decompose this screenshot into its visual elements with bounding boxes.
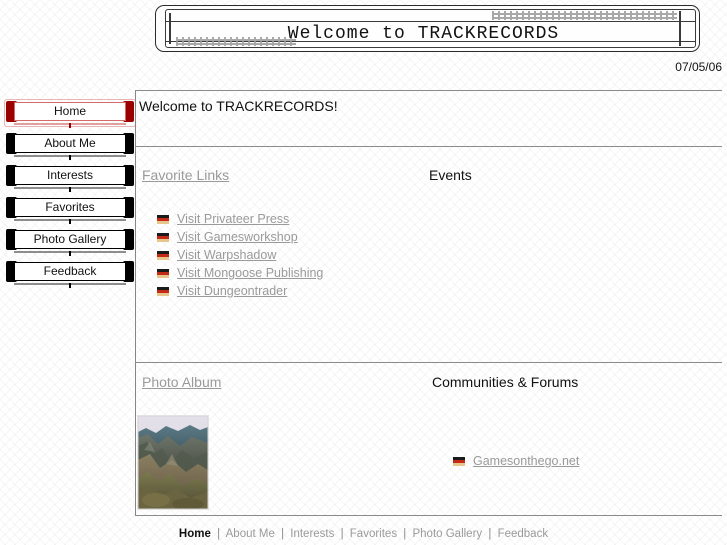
favorite-links-list: Visit Privateer Press Visit Gamesworksho…: [157, 210, 323, 300]
footer-nav: Home | About Me | Interests | Favorites …: [0, 528, 727, 540]
content-rule-top: [135, 90, 722, 91]
content-rule-bottom: [135, 515, 722, 516]
footer-link-favorites[interactable]: Favorites: [350, 528, 397, 540]
nav-tick-mark: [69, 251, 71, 256]
german-flag-icon: [157, 250, 169, 260]
external-link[interactable]: Visit Privateer Press: [177, 212, 289, 226]
footer-separator: |: [281, 528, 285, 540]
footer-link-interests[interactable]: Interests: [290, 528, 334, 540]
german-flag-icon: [453, 456, 465, 466]
section-heading-communities: Communities & Forums: [432, 374, 579, 390]
sidebar-item-feedback[interactable]: Feedback: [6, 261, 134, 288]
external-link[interactable]: Gamesonthego.net: [473, 454, 579, 468]
external-link[interactable]: Visit Dungeontrader: [177, 284, 287, 298]
sidebar-item-interests[interactable]: Interests: [6, 165, 134, 192]
german-flag-icon: [157, 232, 169, 242]
banner-outer-frame: Welcome to TRACKRECORDS: [155, 5, 700, 52]
german-flag-icon: [157, 268, 169, 278]
list-item[interactable]: Gamesonthego.net: [453, 452, 579, 470]
section-heading-photo-album[interactable]: Photo Album: [142, 374, 221, 390]
sidebar-item-home[interactable]: Home: [4, 99, 136, 128]
list-item[interactable]: Visit Warpshadow: [157, 246, 323, 264]
nav-tick-mark: [69, 283, 71, 288]
nav-tick-mark: [69, 187, 71, 192]
sidebar-item-favorites[interactable]: Favorites: [6, 197, 134, 224]
site-banner: Welcome to TRACKRECORDS: [155, 5, 700, 52]
communities-list: Gamesonthego.net: [453, 452, 579, 470]
photo-album-thumbnail[interactable]: [137, 415, 209, 510]
date-stamp: 07/05/06: [675, 60, 722, 74]
footer-link-about-me[interactable]: About Me: [226, 528, 275, 540]
nav-tick-mark: [69, 155, 71, 160]
main-content: Welcome to TRACKRECORDS! Favorite Links …: [135, 90, 722, 516]
list-item[interactable]: Visit Mongoose Publishing: [157, 264, 323, 282]
banner-dot-texture-right: [492, 11, 677, 20]
banner-inner-frame: Welcome to TRACKRECORDS: [165, 9, 696, 48]
sidebar-item-about-me[interactable]: About Me: [6, 133, 134, 160]
list-item[interactable]: Visit Dungeontrader: [157, 282, 323, 300]
german-flag-icon: [157, 214, 169, 224]
sidebar-item-label: Home: [14, 102, 126, 121]
footer-separator: |: [488, 528, 492, 540]
list-item[interactable]: Visit Gamesworkshop: [157, 228, 323, 246]
external-link[interactable]: Visit Warpshadow: [177, 248, 276, 262]
footer-link-feedback[interactable]: Feedback: [498, 528, 549, 540]
german-flag-icon: [157, 286, 169, 296]
sidebar-item-label: Feedback: [14, 262, 126, 281]
content-rule-welcome: [135, 146, 722, 147]
sidebar-item-label: Interests: [14, 166, 126, 185]
footer-link-home[interactable]: Home: [179, 528, 211, 540]
content-rule-middle: [135, 362, 722, 363]
nav-tick-mark: [69, 123, 71, 128]
banner-title: Welcome to TRACKRECORDS: [287, 24, 560, 44]
page-title: Welcome to TRACKRECORDS!: [139, 98, 338, 114]
photo-thumbnail-image: [138, 416, 208, 509]
sidebar-item-photo-gallery[interactable]: Photo Gallery: [6, 229, 134, 256]
nav-tick-mark: [69, 219, 71, 224]
section-heading-events: Events: [429, 167, 472, 183]
footer-separator: |: [403, 528, 407, 540]
external-link[interactable]: Visit Gamesworkshop: [177, 230, 298, 244]
section-heading-favorite-links[interactable]: Favorite Links: [142, 167, 229, 183]
footer-separator: |: [340, 528, 344, 540]
sidebar-nav: Home About Me Interests Favorites Photo …: [4, 99, 136, 293]
footer-separator: |: [217, 528, 221, 540]
sidebar-item-label: About Me: [14, 134, 126, 153]
list-item[interactable]: Visit Privateer Press: [157, 210, 323, 228]
sidebar-item-label: Favorites: [14, 198, 126, 217]
footer-link-photo-gallery[interactable]: Photo Gallery: [412, 528, 482, 540]
sidebar-item-label: Photo Gallery: [14, 230, 126, 249]
external-link[interactable]: Visit Mongoose Publishing: [177, 266, 323, 280]
